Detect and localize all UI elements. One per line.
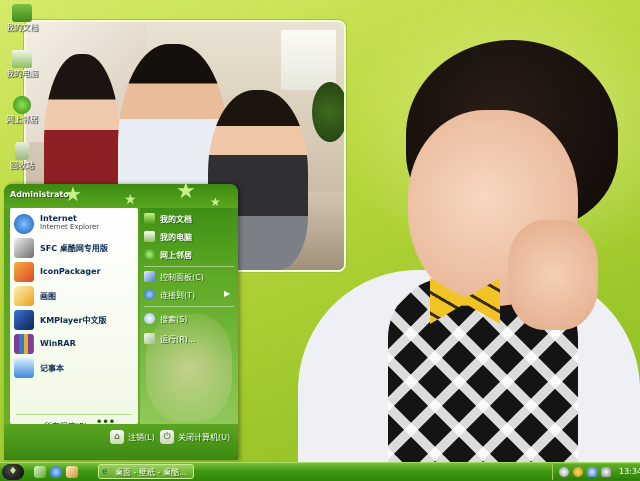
places-label: 网上邻居 (160, 251, 192, 260)
program-sfc[interactable]: SFC 桌酷网专用版 (10, 236, 130, 260)
star-decoration-icon: ★ (64, 184, 82, 206)
places-pane-boy-watermark (146, 314, 232, 422)
desktop-icon-label: 我的文档 (6, 23, 38, 32)
start-button[interactable]: ♦ (2, 464, 24, 480)
programs-separator (16, 414, 132, 415)
run-icon (144, 333, 155, 344)
program-title: WinRAR (40, 339, 76, 348)
internet-explorer-icon (14, 214, 34, 234)
system-tray: 13:34 (552, 464, 640, 480)
iconpackager-icon (14, 262, 34, 282)
places-my-computer[interactable]: 我的电脑 (144, 230, 238, 244)
places-label: 搜索(S) (160, 315, 188, 324)
places-label: 我的电脑 (160, 233, 192, 242)
program-subtitle: Internet Explorer (40, 223, 100, 231)
places-label: 连接到(T) (160, 291, 196, 300)
winrar-icon (14, 334, 34, 354)
computer-icon (12, 50, 32, 68)
kmplayer-icon (14, 310, 34, 330)
photo-plant (312, 82, 344, 142)
quicklaunch-media-icon[interactable] (66, 466, 78, 478)
connect-icon (144, 289, 155, 300)
program-winrar[interactable]: WinRAR (10, 332, 130, 356)
program-internet-explorer[interactable]: Internet Internet Explorer (10, 212, 130, 236)
taskbar-clock[interactable]: 13:34 (619, 467, 640, 476)
places-my-documents[interactable]: 我的文档 (144, 212, 238, 226)
logoff-label: 注销(L) (128, 433, 155, 442)
places-run[interactable]: 运行(R)... (144, 332, 238, 346)
submenu-arrow-icon: ▶ (224, 289, 231, 298)
internet-explorer-icon: e (102, 467, 108, 477)
network-icon (13, 96, 31, 114)
desktop-icon-label: 回收站 (10, 161, 34, 170)
program-iconpackager[interactable]: IconPackager (10, 260, 130, 284)
paint-icon (14, 286, 34, 306)
places-network[interactable]: 网上邻居 (144, 248, 238, 262)
sfc-icon (14, 238, 34, 258)
desktop-icon-my-documents[interactable]: 我的文档 (2, 4, 42, 32)
documents-icon (144, 213, 155, 224)
program-kmplayer[interactable]: KMPlayer中文版 (10, 308, 130, 332)
desktop-icon-my-computer[interactable]: 我的电脑 (2, 50, 42, 78)
start-orb-icon: ♦ (8, 466, 18, 477)
network-icon (144, 249, 155, 260)
quicklaunch-ie-icon[interactable] (50, 466, 62, 478)
wallpaper-boy (298, 40, 640, 462)
places-separator (144, 306, 234, 307)
notepad-icon (14, 358, 34, 378)
shutdown-label: 关闭计算机(U) (178, 433, 231, 442)
computer-icon (144, 231, 155, 242)
places-label: 我的文档 (160, 215, 192, 224)
desktop-icon-network[interactable]: 网上邻居 (2, 96, 42, 124)
desktop-icon-label: 网上邻居 (6, 115, 38, 124)
control-panel-icon (144, 271, 155, 282)
places-label: 运行(R)... (160, 335, 196, 344)
power-icon: ⏻ (160, 430, 174, 444)
recycle-bin-icon (15, 142, 29, 160)
places-search[interactable]: 搜索(S) (144, 312, 238, 326)
places-control-panel[interactable]: 控制面板(C) (144, 270, 238, 284)
program-title: IconPackager (40, 267, 101, 276)
program-notepad[interactable]: 记事本 (10, 356, 130, 380)
tray-qq-icon[interactable] (573, 467, 583, 477)
desktop-icon-label: 我的电脑 (6, 69, 38, 78)
boy-hand (508, 220, 598, 330)
star-decoration-icon: ★ (176, 184, 196, 204)
taskbar-window-button[interactable]: e 桌面 - 壁纸 - 桌酷... (98, 464, 194, 479)
folder-icon (12, 4, 32, 22)
star-decoration-icon: ★ (124, 192, 137, 208)
program-title: 画图 (40, 292, 56, 301)
places-connect-to[interactable]: 连接到(T) ▶ (144, 288, 238, 302)
program-title: Internet (40, 214, 77, 223)
places-separator (144, 266, 234, 267)
taskbar-window-title: 桌面 - 壁纸 - 桌酷... (115, 468, 187, 477)
program-title: 记事本 (40, 364, 64, 373)
show-desktop-icon[interactable] (34, 466, 46, 478)
program-title: KMPlayer中文版 (40, 316, 107, 325)
start-menu-footer: ⌂ 注销(L) ⏻ 关闭计算机(U) (4, 424, 238, 460)
start-menu-header: Administrator ★ ★ ★ ★ (4, 184, 238, 209)
taskbar: ♦ e 桌面 - 壁纸 - 桌酷... 13:34 (0, 462, 640, 481)
search-icon (144, 313, 155, 324)
tray-volume-icon[interactable] (601, 467, 611, 477)
program-title: SFC 桌酷网专用版 (40, 244, 108, 253)
start-menu: Administrator ★ ★ ★ ★ Internet Internet … (4, 184, 238, 460)
program-paint[interactable]: 画图 (10, 284, 130, 308)
tray-clock-icon[interactable] (559, 467, 569, 477)
photo-window (281, 30, 336, 90)
logoff-icon: ⌂ (110, 430, 124, 444)
places-label: 控制面板(C) (160, 273, 204, 282)
tray-network-icon[interactable] (587, 467, 597, 477)
desktop-icon-recycle-bin[interactable]: 回收站 (2, 142, 42, 170)
